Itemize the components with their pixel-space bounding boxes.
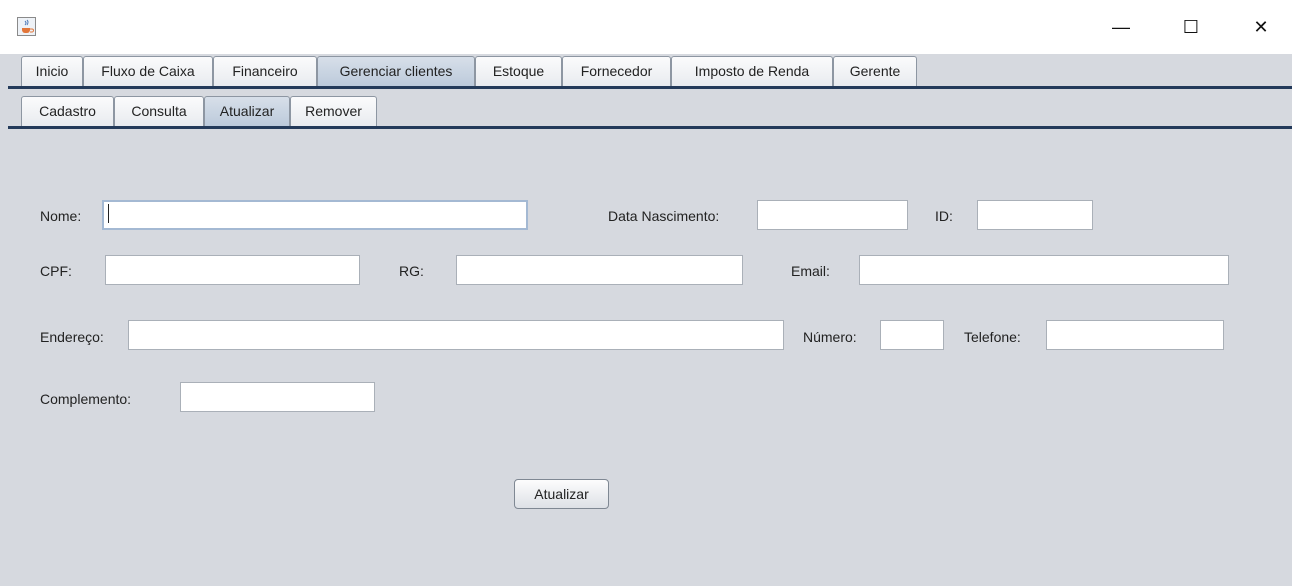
- java-cup-icon: [17, 17, 36, 36]
- tab-fornecedor[interactable]: Fornecedor: [562, 56, 671, 86]
- nome-field[interactable]: [102, 200, 528, 230]
- email-field[interactable]: [859, 255, 1229, 285]
- atualizar-button[interactable]: Atualizar: [514, 479, 609, 509]
- id-field[interactable]: [977, 200, 1093, 230]
- sub-tab-divider: [8, 126, 1292, 129]
- close-button[interactable]: ✕: [1238, 8, 1284, 46]
- cpf-field[interactable]: [105, 255, 360, 285]
- nome-label: Nome:: [40, 208, 82, 224]
- email-label: Email:: [791, 263, 830, 279]
- text-caret: [108, 204, 109, 223]
- tab-remover[interactable]: Remover: [290, 96, 377, 126]
- sub-tab-bar: Cadastro Consulta Atualizar Remover: [0, 94, 1292, 126]
- numero-label: Número:: [803, 329, 857, 345]
- tab-gerente[interactable]: Gerente: [833, 56, 917, 86]
- tab-gerenciar-clientes[interactable]: Gerenciar clientes: [317, 56, 475, 86]
- rg-field[interactable]: [456, 255, 743, 285]
- tab-inicio[interactable]: Inicio: [21, 56, 83, 86]
- complemento-label: Complemento:: [40, 391, 132, 407]
- window-content: Inicio Fluxo de Caixa Financeiro Gerenci…: [0, 54, 1292, 586]
- tab-consulta[interactable]: Consulta: [114, 96, 204, 126]
- endereco-field[interactable]: [128, 320, 784, 350]
- tab-fluxo-de-caixa[interactable]: Fluxo de Caixa: [83, 56, 213, 86]
- tab-imposto-de-renda[interactable]: Imposto de Renda: [671, 56, 833, 86]
- minimize-button[interactable]: —: [1098, 8, 1144, 46]
- endereco-label: Endereço:: [40, 329, 104, 345]
- main-tab-bar: Inicio Fluxo de Caixa Financeiro Gerenci…: [0, 54, 1292, 86]
- title-bar: — ☐ ✕: [0, 0, 1292, 54]
- maximize-button[interactable]: ☐: [1168, 8, 1214, 46]
- numero-field[interactable]: [880, 320, 944, 350]
- telefone-label: Telefone:: [964, 329, 1021, 345]
- rg-label: RG:: [399, 263, 424, 279]
- telefone-field[interactable]: [1046, 320, 1224, 350]
- tab-cadastro[interactable]: Cadastro: [21, 96, 114, 126]
- main-tab-divider: [8, 86, 1292, 89]
- id-label: ID:: [935, 208, 953, 224]
- complemento-field[interactable]: [180, 382, 375, 412]
- data-nascimento-field[interactable]: [757, 200, 908, 230]
- cpf-label: CPF:: [40, 263, 72, 279]
- tab-financeiro[interactable]: Financeiro: [213, 56, 317, 86]
- tab-atualizar[interactable]: Atualizar: [204, 96, 290, 126]
- tab-estoque[interactable]: Estoque: [475, 56, 562, 86]
- data-nascimento-label: Data Nascimento:: [608, 208, 720, 224]
